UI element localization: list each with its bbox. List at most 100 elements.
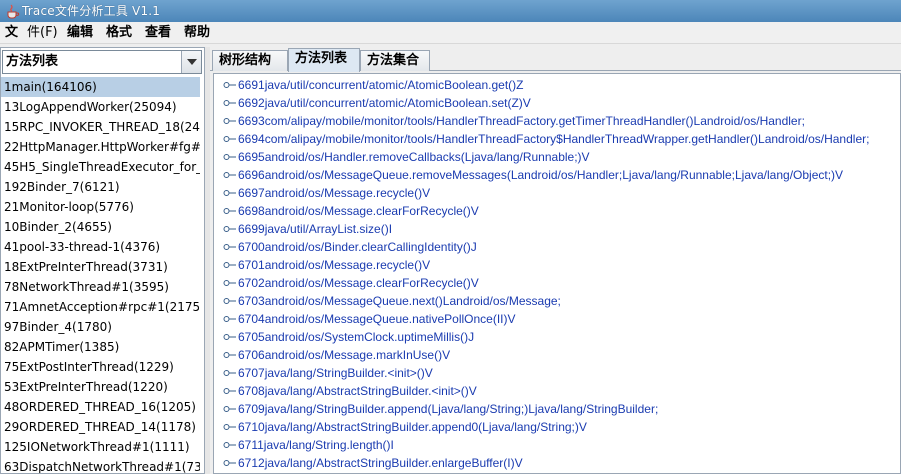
tree-row[interactable]: 6693com/alipay/mobile/monitor/tools/Hand…	[214, 112, 900, 130]
tree-node-handle-icon[interactable]	[223, 331, 237, 343]
tree-node-handle-icon[interactable]	[223, 439, 237, 451]
menu-view[interactable]: 查看	[145, 24, 171, 42]
method-label: 6694com/alipay/mobile/monitor/tools/Hand…	[238, 132, 870, 146]
menu-format[interactable]: 格式	[106, 24, 132, 42]
view-mode-select[interactable]: 方法列表	[2, 50, 202, 74]
method-label: 6696android/os/MessageQueue.removeMessag…	[238, 168, 844, 182]
detail-panel: 树形结构 方法列表 方法集合 6691java/util/concurrent/…	[210, 47, 901, 474]
tree-row[interactable]: 6694com/alipay/mobile/monitor/tools/Hand…	[214, 130, 900, 148]
tree-row[interactable]: 6709java/lang/StringBuilder.append(Ljava…	[214, 400, 900, 418]
method-tree[interactable]: 6691java/util/concurrent/atomic/AtomicBo…	[213, 73, 901, 474]
tree-row[interactable]: 6704android/os/MessageQueue.nativePollOn…	[214, 310, 900, 328]
thread-item[interactable]: 29ORDERED_THREAD_14(1178)	[1, 417, 200, 437]
tree-row[interactable]: 6701android/os/Message.recycle()V	[214, 256, 900, 274]
tree-row[interactable]: 6707java/lang/StringBuilder.<init>()V	[214, 364, 900, 382]
tree-node-handle-icon[interactable]	[223, 151, 237, 163]
tree-node-handle-icon[interactable]	[223, 295, 237, 307]
tree-node-handle-icon[interactable]	[223, 97, 237, 109]
tab-tree-structure[interactable]: 树形结构	[212, 50, 288, 71]
thread-item[interactable]: 82APMTimer(1385)	[1, 337, 200, 357]
tree-row[interactable]: 6691java/util/concurrent/atomic/AtomicBo…	[214, 76, 900, 94]
tree-node-handle-icon[interactable]	[223, 169, 237, 181]
thread-item[interactable]: 48ORDERED_THREAD_16(1205)	[1, 397, 200, 417]
thread-item[interactable]: 15RPC_INVOKER_THREAD_18(247	[1, 117, 200, 137]
tree-node-handle-icon[interactable]	[223, 349, 237, 361]
tree-row[interactable]: 6703android/os/MessageQueue.next()Landro…	[214, 292, 900, 310]
tree-row[interactable]: 6695android/os/Handler.removeCallbacks(L…	[214, 148, 900, 166]
chevron-down-icon[interactable]	[181, 51, 201, 73]
tree-node-handle-icon[interactable]	[223, 241, 237, 253]
thread-item[interactable]: 21Monitor-loop(5776)	[1, 197, 200, 217]
method-label: 6700android/os/Binder.clearCallingIdenti…	[238, 240, 477, 254]
thread-item[interactable]: 13LogAppendWorker(25094)	[1, 97, 200, 117]
menu-file-part1[interactable]: 文	[5, 24, 18, 42]
method-label: 6703android/os/MessageQueue.next()Landro…	[238, 294, 561, 308]
thread-item[interactable]: 78NetworkThread#1(3595)	[1, 277, 200, 297]
method-label: 6712java/lang/AbstractStringBuilder.enla…	[238, 456, 523, 470]
thread-item[interactable]: 41pool-33-thread-1(4376)	[1, 237, 200, 257]
thread-item-selected[interactable]: 1main(164106)	[1, 77, 200, 97]
tree-node-handle-icon[interactable]	[223, 133, 237, 145]
tree-node-handle-icon[interactable]	[223, 403, 237, 415]
menu-file[interactable]: 件(F)	[27, 24, 58, 42]
menu-bar: 文 件(F) 编辑 格式 查看 帮助	[0, 22, 901, 44]
tree-node-handle-icon[interactable]	[223, 205, 237, 217]
thread-item[interactable]: 125IONetworkThread#1(1111)	[1, 437, 200, 457]
thread-list[interactable]: 1main(164106) 13LogAppendWorker(25094) 1…	[1, 77, 200, 473]
menu-help[interactable]: 帮助	[184, 24, 210, 42]
thread-panel: 方法列表 1main(164106) 13LogAppendWorker(250…	[0, 47, 205, 474]
thread-item[interactable]: 45H5_SingleThreadExecutor_for_l	[1, 157, 200, 177]
tree-row[interactable]: 6696android/os/MessageQueue.removeMessag…	[214, 166, 900, 184]
tab-bar: 树形结构 方法列表 方法集合	[210, 47, 901, 72]
method-label: 6708java/lang/AbstractStringBuilder.<ini…	[238, 384, 477, 398]
tree-node-handle-icon[interactable]	[223, 223, 237, 235]
view-mode-select-value: 方法列表	[6, 54, 59, 69]
tab-method-set[interactable]: 方法集合	[360, 50, 430, 71]
tree-row[interactable]: 6710java/lang/AbstractStringBuilder.appe…	[214, 418, 900, 436]
tree-node-handle-icon[interactable]	[223, 421, 237, 433]
thread-item[interactable]: 192Binder_7(6121)	[1, 177, 200, 197]
method-label: 6697android/os/Message.recycle()V	[238, 186, 431, 200]
thread-item[interactable]: 22HttpManager.HttpWorker#fg#30	[1, 137, 200, 157]
tree-node-handle-icon[interactable]	[223, 259, 237, 271]
tree-row[interactable]: 6706android/os/Message.markInUse()V	[214, 346, 900, 364]
method-label: 6709java/lang/StringBuilder.append(Ljava…	[238, 402, 659, 416]
method-label: 6698android/os/Message.clearForRecycle()…	[238, 204, 479, 218]
window-title: Trace文件分析工具 V1.1	[22, 4, 161, 18]
tree-node-handle-icon[interactable]	[223, 115, 237, 127]
tab-method-list[interactable]: 方法列表	[288, 48, 360, 72]
menu-edit[interactable]: 编辑	[67, 24, 93, 42]
thread-item[interactable]: 18ExtPreInterThread(3731)	[1, 257, 200, 277]
method-label: 6692java/util/concurrent/atomic/AtomicBo…	[238, 96, 531, 110]
tree-row[interactable]: 6705android/os/SystemClock.uptimeMillis(…	[214, 328, 900, 346]
tree-row[interactable]: 6697android/os/Message.recycle()V	[214, 184, 900, 202]
tree-node-handle-icon[interactable]	[223, 457, 237, 469]
method-label: 6695android/os/Handler.removeCallbacks(L…	[238, 150, 590, 164]
tree-node-handle-icon[interactable]	[223, 187, 237, 199]
method-label: 6704android/os/MessageQueue.nativePollOn…	[238, 312, 516, 326]
tree-node-handle-icon[interactable]	[223, 79, 237, 91]
thread-item[interactable]: 75ExtPostInterThread(1229)	[1, 357, 200, 377]
method-label: 6701android/os/Message.recycle()V	[238, 258, 431, 272]
method-label: 6702android/os/Message.clearForRecycle()…	[238, 276, 479, 290]
method-label: 6707java/lang/StringBuilder.<init>()V	[238, 366, 433, 380]
tree-row[interactable]: 6698android/os/Message.clearForRecycle()…	[214, 202, 900, 220]
tree-row[interactable]: 6712java/lang/AbstractStringBuilder.enla…	[214, 454, 900, 472]
thread-item[interactable]: 53ExtPreInterThread(1220)	[1, 377, 200, 397]
tree-row[interactable]: 6708java/lang/AbstractStringBuilder.<ini…	[214, 382, 900, 400]
thread-item[interactable]: 71AmnetAcception#rpc#1(2175)	[1, 297, 200, 317]
tree-node-handle-icon[interactable]	[223, 313, 237, 325]
method-label: 6710java/lang/AbstractStringBuilder.appe…	[238, 420, 587, 434]
tree-row[interactable]: 6700android/os/Binder.clearCallingIdenti…	[214, 238, 900, 256]
tree-row[interactable]: 6699java/util/ArrayList.size()I	[214, 220, 900, 238]
tree-node-handle-icon[interactable]	[223, 385, 237, 397]
method-label: 6691java/util/concurrent/atomic/AtomicBo…	[238, 78, 524, 92]
thread-item[interactable]: 10Binder_2(4655)	[1, 217, 200, 237]
tree-row[interactable]: 6711java/lang/String.length()I	[214, 436, 900, 454]
tree-row[interactable]: 6692java/util/concurrent/atomic/AtomicBo…	[214, 94, 900, 112]
tree-node-handle-icon[interactable]	[223, 277, 237, 289]
thread-item[interactable]: 63DispatchNetworkThread#1(732)	[1, 457, 200, 473]
tree-node-handle-icon[interactable]	[223, 367, 237, 379]
thread-item[interactable]: 97Binder_4(1780)	[1, 317, 200, 337]
tree-row[interactable]: 6702android/os/Message.clearForRecycle()…	[214, 274, 900, 292]
